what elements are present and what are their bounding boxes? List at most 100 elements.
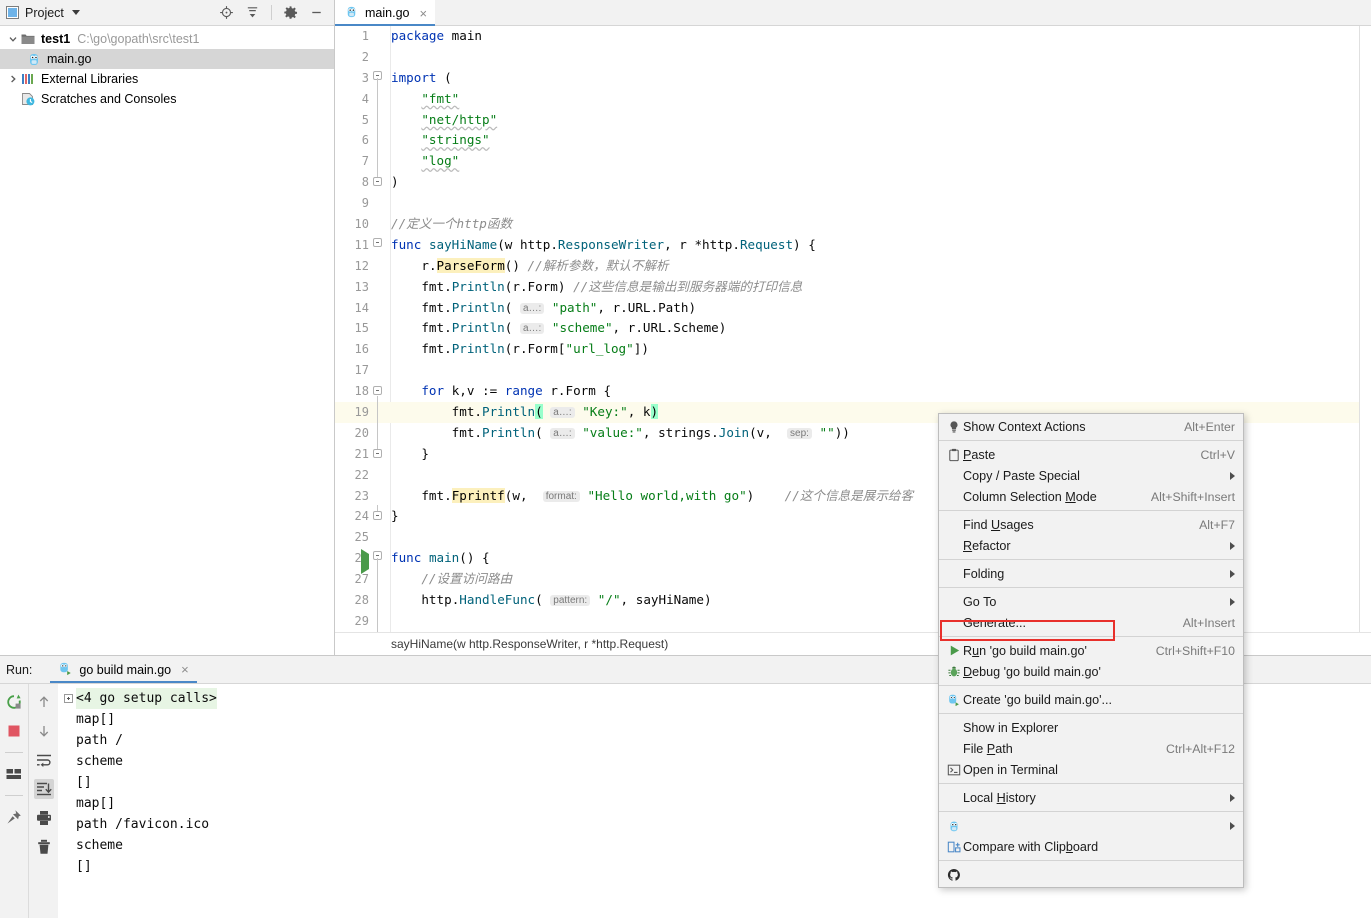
menu-item-file-path[interactable]: File Path Ctrl+Alt+F12 bbox=[939, 738, 1243, 759]
menu-item-refactor[interactable]: Refactor bbox=[939, 535, 1243, 556]
code-line: 6 "strings" bbox=[335, 130, 1371, 151]
tree-item-external-libraries[interactable]: External Libraries bbox=[0, 69, 334, 89]
menu-item-shortcut: Alt+F7 bbox=[1199, 518, 1235, 532]
tree-item-path: C:\go\gopath\src\test1 bbox=[77, 32, 199, 46]
collapse-all-icon[interactable] bbox=[245, 5, 260, 20]
fold-marker[interactable] bbox=[373, 381, 393, 402]
expand-icon[interactable] bbox=[64, 694, 73, 703]
menu-separator bbox=[939, 713, 1243, 714]
editor-tabbar: main.go × bbox=[335, 0, 1371, 26]
fold-marker-end[interactable] bbox=[373, 444, 393, 465]
run-tab-label: go build main.go bbox=[79, 663, 171, 677]
menu-item-go-tools[interactable] bbox=[939, 815, 1243, 836]
fold-stem-holder bbox=[373, 89, 393, 110]
menu-item-label: Go To bbox=[963, 595, 1216, 609]
menu-item-debug-go-build[interactable]: Debug 'go build main.go' bbox=[939, 661, 1243, 682]
go-run-icon bbox=[58, 661, 73, 679]
project-icon bbox=[6, 6, 19, 19]
menu-item-copy-paste-special[interactable]: Copy / Paste Special bbox=[939, 465, 1243, 486]
close-icon[interactable]: × bbox=[419, 7, 427, 20]
menu-item-generate[interactable]: Generate... Alt+Insert bbox=[939, 612, 1243, 633]
menu-item-label: Show Context Actions bbox=[963, 420, 1170, 434]
close-icon[interactable]: × bbox=[181, 663, 189, 676]
line-number: 7 bbox=[335, 151, 369, 172]
menu-item-create-go-build[interactable]: Create 'go build main.go'... bbox=[939, 689, 1243, 710]
fold-marker[interactable] bbox=[373, 548, 393, 569]
menu-item-shortcut: Ctrl+Shift+F10 bbox=[1156, 644, 1235, 658]
line-number: 19 bbox=[335, 402, 369, 423]
tab-main-go[interactable]: main.go × bbox=[335, 0, 435, 26]
breadcrumb-label: sayHiName(w http.ResponseWriter, r *http… bbox=[391, 637, 668, 651]
menu-item-show-in-explorer[interactable]: Show in Explorer bbox=[939, 717, 1243, 738]
menu-item-shortcut: Alt+Insert bbox=[1183, 616, 1235, 630]
fold-marker-end[interactable] bbox=[373, 172, 393, 193]
line-number: 25 bbox=[335, 527, 369, 548]
fold-marker-end[interactable] bbox=[373, 506, 393, 527]
menu-item-label: Folding bbox=[963, 567, 1216, 581]
menu-item-create-gist[interactable] bbox=[939, 864, 1243, 885]
line-number: 1 bbox=[335, 26, 369, 47]
tree-item-label: test1 bbox=[41, 32, 70, 46]
rerun-icon[interactable] bbox=[4, 692, 24, 712]
line-number: 12 bbox=[335, 256, 369, 277]
run-gutter-icon[interactable] bbox=[361, 554, 369, 569]
menu-item-open-in-terminal[interactable]: Open in Terminal bbox=[939, 759, 1243, 780]
soft-wrap-icon[interactable] bbox=[34, 750, 54, 770]
menu-item-folding[interactable]: Folding bbox=[939, 563, 1243, 584]
tree-item-main-go[interactable]: main.go bbox=[0, 49, 334, 69]
chevron-down-icon[interactable] bbox=[72, 10, 80, 15]
menu-item-go-to[interactable]: Go To bbox=[939, 591, 1243, 612]
line-content: ) bbox=[391, 172, 399, 193]
code-line: 13 fmt.Println(r.Form) //这些信息是输出到服务器端的打印… bbox=[335, 277, 1371, 298]
project-title-button[interactable]: Project bbox=[6, 6, 80, 20]
line-content: "net/http" bbox=[391, 110, 497, 131]
menu-item-local-history[interactable]: Local History bbox=[939, 787, 1243, 808]
chevron-right-icon[interactable] bbox=[6, 74, 20, 84]
submenu-arrow-icon bbox=[1230, 598, 1235, 606]
chevron-down-icon[interactable] bbox=[6, 34, 20, 44]
menu-item-show-context-actions[interactable]: Show Context Actions Alt+Enter bbox=[939, 416, 1243, 437]
print-icon[interactable] bbox=[34, 808, 54, 828]
gear-icon[interactable] bbox=[283, 5, 298, 20]
menu-item-shortcut: Ctrl+Alt+F12 bbox=[1166, 742, 1235, 756]
code-line: 9 bbox=[335, 193, 1371, 214]
menu-item-compare-with-clipboard[interactable]: Compare with Clipboard bbox=[939, 836, 1243, 857]
tree-item-test1[interactable]: test1 C:\go\gopath\src\test1 bbox=[0, 29, 334, 49]
line-content: http.HandleFunc( pattern: "/", sayHiName… bbox=[391, 590, 712, 613]
stop-icon[interactable] bbox=[4, 721, 24, 741]
menu-item-label: Copy / Paste Special bbox=[963, 469, 1216, 483]
run-panel-label: Run: bbox=[6, 663, 32, 677]
project-panel-toolbar bbox=[219, 5, 328, 20]
code-line: 2 bbox=[335, 47, 1371, 68]
tree-item-scratches-and-consoles[interactable]: Scratches and Consoles bbox=[0, 89, 334, 109]
debug-icon bbox=[945, 665, 963, 679]
project-panel-header: Project bbox=[0, 0, 334, 26]
pin-icon[interactable] bbox=[4, 807, 24, 827]
submenu-arrow-icon bbox=[1230, 822, 1235, 830]
folder-icon bbox=[20, 31, 41, 47]
minimize-icon[interactable] bbox=[309, 5, 324, 20]
menu-item-run-go-build[interactable]: Run 'go build main.go' Ctrl+Shift+F10 bbox=[939, 640, 1243, 661]
fold-stem-holder bbox=[373, 110, 393, 131]
editor-context-menu[interactable]: Show Context Actions Alt+Enter Paste Ctr… bbox=[938, 413, 1244, 888]
menu-item-find-usages[interactable]: Find Usages Alt+F7 bbox=[939, 514, 1243, 535]
editor-scrollbar[interactable] bbox=[1359, 26, 1371, 632]
locate-icon[interactable] bbox=[219, 5, 234, 20]
console-line-text: map[] bbox=[76, 793, 115, 814]
down-icon[interactable] bbox=[34, 721, 54, 741]
up-icon[interactable] bbox=[34, 692, 54, 712]
scroll-to-end-icon[interactable] bbox=[34, 779, 54, 799]
menu-item-label: Column Selection Mode bbox=[963, 490, 1137, 504]
line-number: 10 bbox=[335, 214, 369, 235]
code-line: 18 for k,v := range r.Form { bbox=[335, 381, 1371, 402]
fold-marker[interactable] bbox=[373, 68, 393, 89]
menu-item-column-selection-mode[interactable]: Column Selection Mode Alt+Shift+Insert bbox=[939, 486, 1243, 507]
line-number: 16 bbox=[335, 339, 369, 360]
layout-icon[interactable] bbox=[4, 764, 24, 784]
fold-marker[interactable] bbox=[373, 235, 393, 256]
run-tab-go-build[interactable]: go build main.go × bbox=[50, 656, 196, 683]
menu-item-paste[interactable]: Paste Ctrl+V bbox=[939, 444, 1243, 465]
toolbar-divider bbox=[5, 795, 23, 796]
code-line: 5 "net/http" bbox=[335, 110, 1371, 131]
trash-icon[interactable] bbox=[34, 837, 54, 857]
